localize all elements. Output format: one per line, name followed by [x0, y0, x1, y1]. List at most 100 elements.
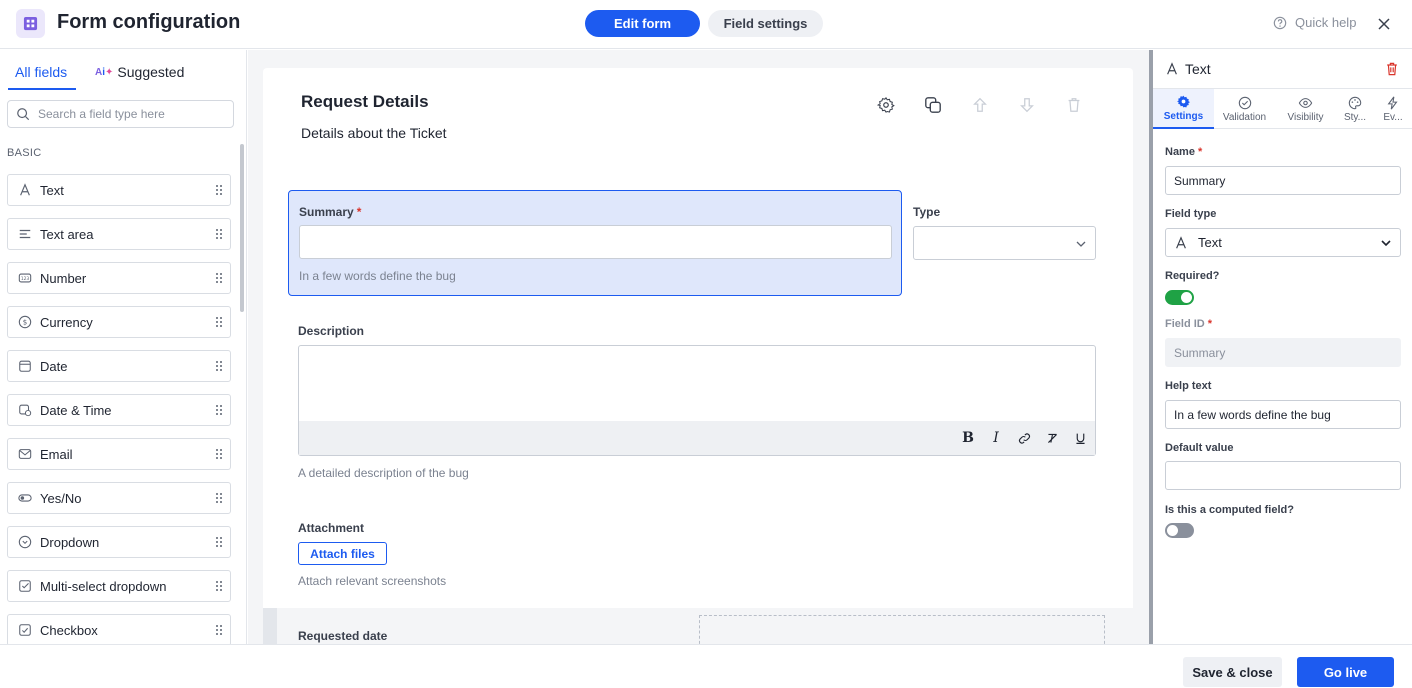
drag-handle-icon[interactable]	[215, 360, 223, 375]
field-item-text-area[interactable]: Text area	[7, 218, 231, 250]
field-item-date[interactable]: Date	[7, 350, 231, 382]
help-text-input[interactable]	[1165, 400, 1401, 429]
chevron-down-icon	[1075, 238, 1087, 253]
duplicate-icon[interactable]	[924, 96, 942, 114]
drag-handle-icon[interactable]	[215, 316, 223, 331]
tab-events[interactable]: Ev...	[1374, 89, 1412, 129]
ai-sparkle-icon: Ai✦	[95, 66, 114, 78]
calendar-icon	[18, 359, 32, 373]
go-live-button[interactable]: Go live	[1297, 657, 1394, 687]
field-type-label: Field type	[1165, 208, 1217, 220]
trash-icon[interactable]	[1065, 96, 1083, 114]
field-item-label: Checkbox	[40, 622, 98, 638]
lightning-icon	[1387, 96, 1398, 109]
attach-files-button[interactable]: Attach files	[298, 542, 387, 565]
description-label: Description	[298, 324, 365, 338]
field-item-label: Text	[40, 182, 64, 198]
drag-handle-icon[interactable]	[215, 184, 223, 199]
multi-select-icon	[18, 579, 32, 593]
drag-handle-icon[interactable]	[215, 580, 223, 595]
field-item-date-time[interactable]: Date & Time	[7, 394, 231, 426]
drag-handle-icon[interactable]	[215, 536, 223, 551]
field-search[interactable]	[7, 100, 234, 128]
tab-style-label: Sty...	[1343, 111, 1367, 123]
tab-style[interactable]: Sty...	[1336, 89, 1374, 129]
field-item-number[interactable]: 123 Number	[7, 262, 231, 294]
section-subtitle: Details about the Ticket	[301, 125, 447, 141]
field-item-label: Dropdown	[40, 534, 100, 550]
summary-field-block[interactable]: Summary * In a few words define the bug	[288, 190, 902, 296]
currency-icon: $	[18, 315, 32, 329]
field-type-list: Text Text area 123 Number $ Currency Dat…	[7, 174, 231, 644]
computed-field-toggle[interactable]	[1165, 523, 1194, 538]
field-item-checkbox[interactable]: Checkbox	[7, 614, 231, 644]
text-icon	[1176, 235, 1186, 248]
dropdown-icon	[18, 535, 32, 549]
computed-field-label: Is this a computed field?	[1165, 504, 1294, 516]
drag-handle-icon[interactable]	[215, 624, 223, 639]
chevron-down-icon	[1380, 237, 1392, 252]
clear-format-icon[interactable]	[1045, 431, 1059, 445]
gear-icon[interactable]	[877, 96, 895, 114]
quick-help-link[interactable]: Quick help	[1273, 15, 1356, 30]
bold-icon[interactable]: B	[961, 430, 975, 446]
type-select[interactable]	[913, 226, 1096, 260]
field-item-label: Multi-select dropdown	[40, 578, 167, 594]
help-text-label: Help text	[1165, 380, 1212, 392]
summary-input[interactable]	[299, 225, 892, 259]
field-item-label: Yes/No	[40, 490, 82, 506]
description-help-text: A detailed description of the bug	[298, 466, 469, 480]
tab-validation[interactable]: Validation	[1214, 89, 1275, 129]
field-item-text[interactable]: Text	[7, 174, 231, 206]
drag-handle-icon[interactable]	[215, 404, 223, 419]
field-type-value: Text	[1198, 235, 1222, 250]
link-icon[interactable]	[1017, 431, 1031, 445]
svg-text:$: $	[23, 319, 27, 327]
field-item-multi-select[interactable]: Multi-select dropdown	[7, 570, 231, 602]
tab-suggested[interactable]: Ai✦ Suggested	[95, 64, 184, 80]
default-value-input[interactable]	[1165, 461, 1401, 490]
required-label: Required?	[1165, 270, 1220, 282]
drag-handle-icon[interactable]	[215, 228, 223, 243]
delete-field-icon[interactable]	[1384, 61, 1400, 80]
email-icon	[18, 447, 32, 461]
tab-field-settings[interactable]: Field settings	[708, 10, 823, 37]
drag-handle-icon[interactable]	[215, 448, 223, 463]
field-item-currency[interactable]: $ Currency	[7, 306, 231, 338]
requested-date-label: Requested date	[298, 629, 388, 643]
tab-visibility[interactable]: Visibility	[1275, 89, 1336, 129]
search-input[interactable]	[38, 107, 218, 121]
field-id-input	[1165, 338, 1401, 367]
name-input[interactable]	[1165, 166, 1401, 195]
field-type-select[interactable]: Text	[1165, 228, 1401, 257]
palette-icon	[1348, 96, 1362, 109]
description-editor[interactable]: B I	[298, 345, 1096, 456]
move-up-icon[interactable]	[971, 96, 989, 114]
tab-validation-label: Validation	[1222, 111, 1267, 123]
default-value-label: Default value	[1165, 442, 1234, 454]
summary-label: Summary *	[299, 205, 362, 219]
italic-icon[interactable]: I	[989, 430, 1003, 446]
drop-zone[interactable]	[699, 615, 1105, 644]
field-item-yes-no[interactable]: Yes/No	[7, 482, 231, 514]
text-icon	[18, 183, 32, 197]
drag-handle-icon[interactable]	[215, 492, 223, 507]
selected-field-type-label: Text	[1185, 61, 1211, 77]
tab-edit-form[interactable]: Edit form	[585, 10, 700, 37]
rich-text-toolbar: B I	[299, 421, 1095, 455]
tab-all-fields[interactable]: All fields	[15, 64, 67, 80]
section-toolbar	[877, 96, 1083, 114]
required-toggle[interactable]	[1165, 290, 1194, 305]
drag-handle-icon[interactable]	[215, 272, 223, 287]
field-item-email[interactable]: Email	[7, 438, 231, 470]
field-list-scrollbar[interactable]	[240, 144, 244, 312]
field-item-label: Date	[40, 358, 68, 374]
underline-icon[interactable]	[1073, 431, 1087, 445]
close-icon[interactable]	[1376, 16, 1392, 32]
save-close-button[interactable]: Save & close	[1183, 657, 1282, 687]
row-handle[interactable]	[263, 608, 277, 644]
tab-visibility-label: Visibility	[1287, 111, 1324, 123]
tab-settings[interactable]: Settings	[1153, 89, 1214, 129]
field-item-dropdown[interactable]: Dropdown	[7, 526, 231, 558]
move-down-icon[interactable]	[1018, 96, 1036, 114]
